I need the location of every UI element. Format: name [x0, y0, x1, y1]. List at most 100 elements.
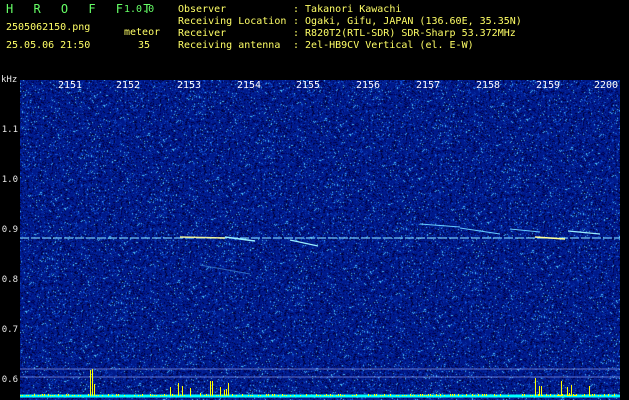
counter-bar — [44, 394, 45, 396]
counter-bar — [560, 395, 561, 396]
counter-bar — [222, 395, 223, 396]
counter-bar — [592, 394, 593, 396]
counter-bar — [232, 394, 233, 396]
counter-bar — [272, 394, 273, 396]
counter-bar — [452, 394, 453, 396]
counter-bar — [404, 395, 405, 396]
counter-bar — [440, 394, 441, 396]
counter-bar — [224, 390, 225, 396]
counter-bar — [535, 378, 536, 396]
echo-trace — [459, 227, 501, 235]
time-tick-label: 2152 — [115, 80, 141, 91]
counter-bar — [250, 395, 251, 396]
counter-bar — [134, 395, 135, 396]
counter-bar — [539, 386, 540, 396]
counter-bar — [398, 395, 399, 396]
counter-bar — [604, 394, 605, 396]
counter-bar — [608, 394, 609, 396]
counter-bar — [462, 395, 463, 396]
axis-unit-label: kHz — [1, 75, 18, 85]
counter-bar — [575, 395, 576, 396]
counter-bar — [42, 394, 43, 396]
echo-trace — [199, 264, 251, 275]
counter-bar — [32, 395, 33, 396]
counter-bar — [406, 395, 407, 396]
counter-bar — [344, 395, 345, 396]
observer-label: Observer — [178, 4, 227, 15]
counter-bar — [418, 395, 419, 396]
mode-label: meteor — [124, 27, 161, 38]
counter-bar — [184, 395, 185, 396]
counter-bar — [396, 395, 397, 396]
counter-bar — [390, 394, 391, 396]
counter-bar — [530, 395, 531, 396]
counter-bar — [152, 395, 153, 396]
counter-bar — [466, 394, 467, 396]
counter-bar — [260, 395, 261, 396]
antenna-value: : 2el-HB9CV Vertical (el. E-W) — [293, 40, 474, 51]
counter-bar — [374, 394, 375, 396]
counter-bar — [164, 394, 165, 396]
counter-bar — [178, 383, 179, 396]
observer-value: : Takanori Kawachi — [293, 4, 402, 15]
counter-bar — [582, 395, 583, 396]
counter-bar — [212, 381, 213, 396]
counter-bar — [150, 394, 151, 396]
echo-trace — [509, 228, 541, 233]
counter-bar — [320, 395, 321, 396]
counter-bar — [570, 395, 571, 396]
counter-bar — [426, 395, 427, 396]
counter-bar — [342, 395, 343, 396]
counter-bar — [220, 387, 221, 396]
counter-bar — [486, 394, 487, 396]
counter-bar — [432, 395, 433, 396]
counter-bar — [282, 394, 283, 396]
receiver-label: Receiver — [178, 28, 227, 39]
counter-bar — [162, 395, 163, 396]
counter-bar — [324, 395, 325, 396]
counter-bar — [68, 394, 69, 396]
counter-bar — [52, 395, 53, 396]
counter-bar — [436, 394, 437, 396]
counter-bar — [216, 395, 217, 396]
counter-bar — [494, 394, 495, 396]
counter-bar — [90, 370, 91, 396]
counter-bar — [94, 384, 95, 396]
counter-bar — [522, 394, 523, 396]
counter-bar — [318, 395, 319, 396]
counter-bar — [354, 395, 355, 396]
counter-bar — [472, 394, 473, 396]
counter-bar — [388, 395, 389, 396]
counter-bar — [328, 395, 329, 396]
counter-bar — [142, 394, 143, 396]
counter-bar — [474, 395, 475, 396]
counter-bar — [380, 395, 381, 396]
counter-bar — [62, 395, 63, 396]
counter-bar — [252, 395, 253, 396]
spectrogram-plot — [20, 80, 620, 400]
counter-bar — [290, 395, 291, 396]
counter-bar — [600, 395, 601, 396]
counter-bar — [58, 394, 59, 396]
counter-bar — [548, 395, 549, 396]
counter-bar — [612, 395, 613, 396]
counter-bar — [410, 394, 411, 396]
counter-bar — [562, 394, 563, 396]
counter-bar — [180, 395, 181, 396]
datetime: 25.05.06 21:50 — [6, 40, 91, 51]
counter-bar — [166, 395, 167, 396]
counter-bar — [420, 394, 421, 396]
counter-bar — [550, 394, 551, 396]
counter-bar — [92, 369, 93, 396]
counter-bar — [206, 394, 207, 396]
counter-bar — [306, 394, 307, 396]
time-tick-label: 2200 — [593, 80, 619, 91]
counter-bar — [54, 395, 55, 396]
counter-bar — [584, 394, 585, 396]
counter-bar — [78, 395, 79, 396]
counter-bar — [274, 394, 275, 396]
counter-bar — [496, 395, 497, 396]
counter-bar — [542, 395, 543, 396]
location-label: Receiving Location — [178, 16, 287, 27]
counter-bar — [430, 394, 431, 396]
